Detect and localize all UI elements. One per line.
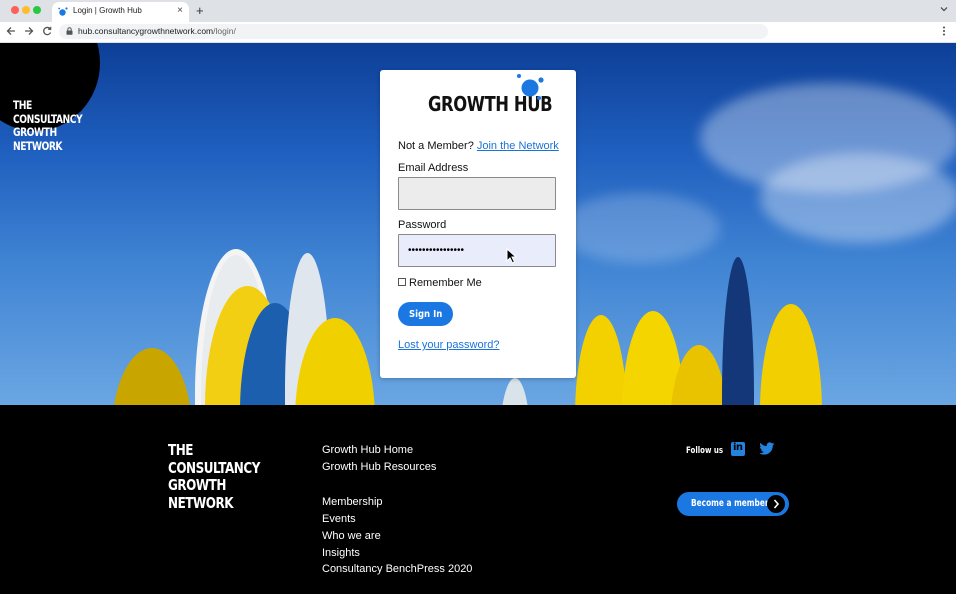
tab-title: Login | Growth Hub bbox=[73, 6, 142, 15]
browser-tab-strip: Login | Growth Hub × + bbox=[0, 0, 956, 22]
email-field[interactable] bbox=[398, 177, 556, 210]
surfboard bbox=[760, 304, 822, 405]
footer-link-membership[interactable]: Membership bbox=[322, 496, 383, 508]
login-card: GROWTH HUB Not a Member? Join the Networ… bbox=[380, 70, 576, 378]
kebab-menu-icon[interactable] bbox=[942, 25, 946, 37]
surfboard bbox=[722, 257, 754, 405]
reload-icon[interactable] bbox=[42, 24, 52, 38]
password-field[interactable] bbox=[398, 234, 556, 267]
close-window-button[interactable] bbox=[11, 6, 19, 14]
forward-arrow-icon[interactable] bbox=[24, 24, 34, 38]
browser-tab[interactable]: Login | Growth Hub × bbox=[52, 2, 189, 22]
footer-link-insights[interactable]: Insights bbox=[322, 547, 360, 559]
join-network-link[interactable]: Join the Network bbox=[477, 140, 559, 152]
url-text: hub.consultancygrowthnetwork.com/login/ bbox=[78, 26, 236, 36]
surfboard bbox=[670, 345, 728, 405]
chevron-down-icon[interactable] bbox=[940, 5, 948, 13]
plus-icon[interactable]: + bbox=[196, 4, 204, 17]
surfboard bbox=[500, 378, 530, 405]
footer: THE CONSULTANCY GROWTH NETWORK Growth Hu… bbox=[0, 405, 956, 594]
become-member-label: Become a member bbox=[691, 498, 769, 509]
surfboard bbox=[575, 315, 627, 405]
sign-in-label: Sign In bbox=[408, 308, 443, 320]
surfboard bbox=[112, 348, 192, 405]
close-icon[interactable]: × bbox=[177, 5, 183, 17]
password-label: Password bbox=[398, 219, 447, 231]
zoom-window-button[interactable] bbox=[33, 6, 41, 14]
mouse-cursor-icon bbox=[506, 248, 517, 264]
lock-icon bbox=[66, 27, 73, 35]
minimize-window-button[interactable] bbox=[22, 6, 30, 14]
footer-link-growth-hub-home[interactable]: Growth Hub Home bbox=[322, 444, 413, 456]
remember-me-checkbox[interactable]: Remember Me bbox=[398, 277, 482, 289]
twitter-icon[interactable] bbox=[759, 442, 775, 456]
footer-link-growth-hub-resources[interactable]: Growth Hub Resources bbox=[322, 461, 436, 473]
become-member-button[interactable]: Become a member bbox=[677, 492, 789, 516]
cloud bbox=[760, 153, 956, 243]
follow-us-label: Follow us bbox=[686, 446, 724, 456]
address-bar[interactable]: hub.consultancygrowthnetwork.com/login/ bbox=[59, 24, 768, 39]
email-label: Email Address bbox=[398, 162, 469, 174]
url-path: /login/ bbox=[213, 26, 236, 36]
checkbox-icon[interactable] bbox=[398, 278, 406, 287]
member-prompt-text: Not a Member? bbox=[398, 140, 474, 152]
linkedin-glyph: in bbox=[733, 442, 743, 453]
footer-brand-logo[interactable]: THE CONSULTANCY GROWTH NETWORK bbox=[168, 441, 260, 512]
favicon-icon bbox=[58, 7, 68, 16]
browser-toolbar: hub.consultancygrowthnetwork.com/login/ bbox=[0, 22, 956, 43]
lost-password-link[interactable]: Lost your password? bbox=[398, 339, 500, 351]
linkedin-icon[interactable]: in bbox=[731, 442, 745, 456]
chevron-right-icon bbox=[767, 495, 785, 513]
footer-link-benchpress[interactable]: Consultancy BenchPress 2020 bbox=[322, 563, 472, 575]
logo-dots-icon bbox=[517, 74, 544, 100]
brand-logo[interactable]: THE CONSULTANCY GROWTH NETWORK bbox=[13, 98, 83, 153]
url-host: hub.consultancygrowthnetwork.com bbox=[78, 26, 214, 36]
member-prompt: Not a Member? Join the Network bbox=[398, 140, 559, 152]
footer-link-who-we-are[interactable]: Who we are bbox=[322, 530, 381, 542]
remember-me-label: Remember Me bbox=[409, 277, 482, 289]
sign-in-button[interactable]: Sign In bbox=[398, 302, 453, 326]
cloud bbox=[560, 193, 720, 263]
back-arrow-icon[interactable] bbox=[6, 24, 16, 38]
footer-link-events[interactable]: Events bbox=[322, 513, 356, 525]
